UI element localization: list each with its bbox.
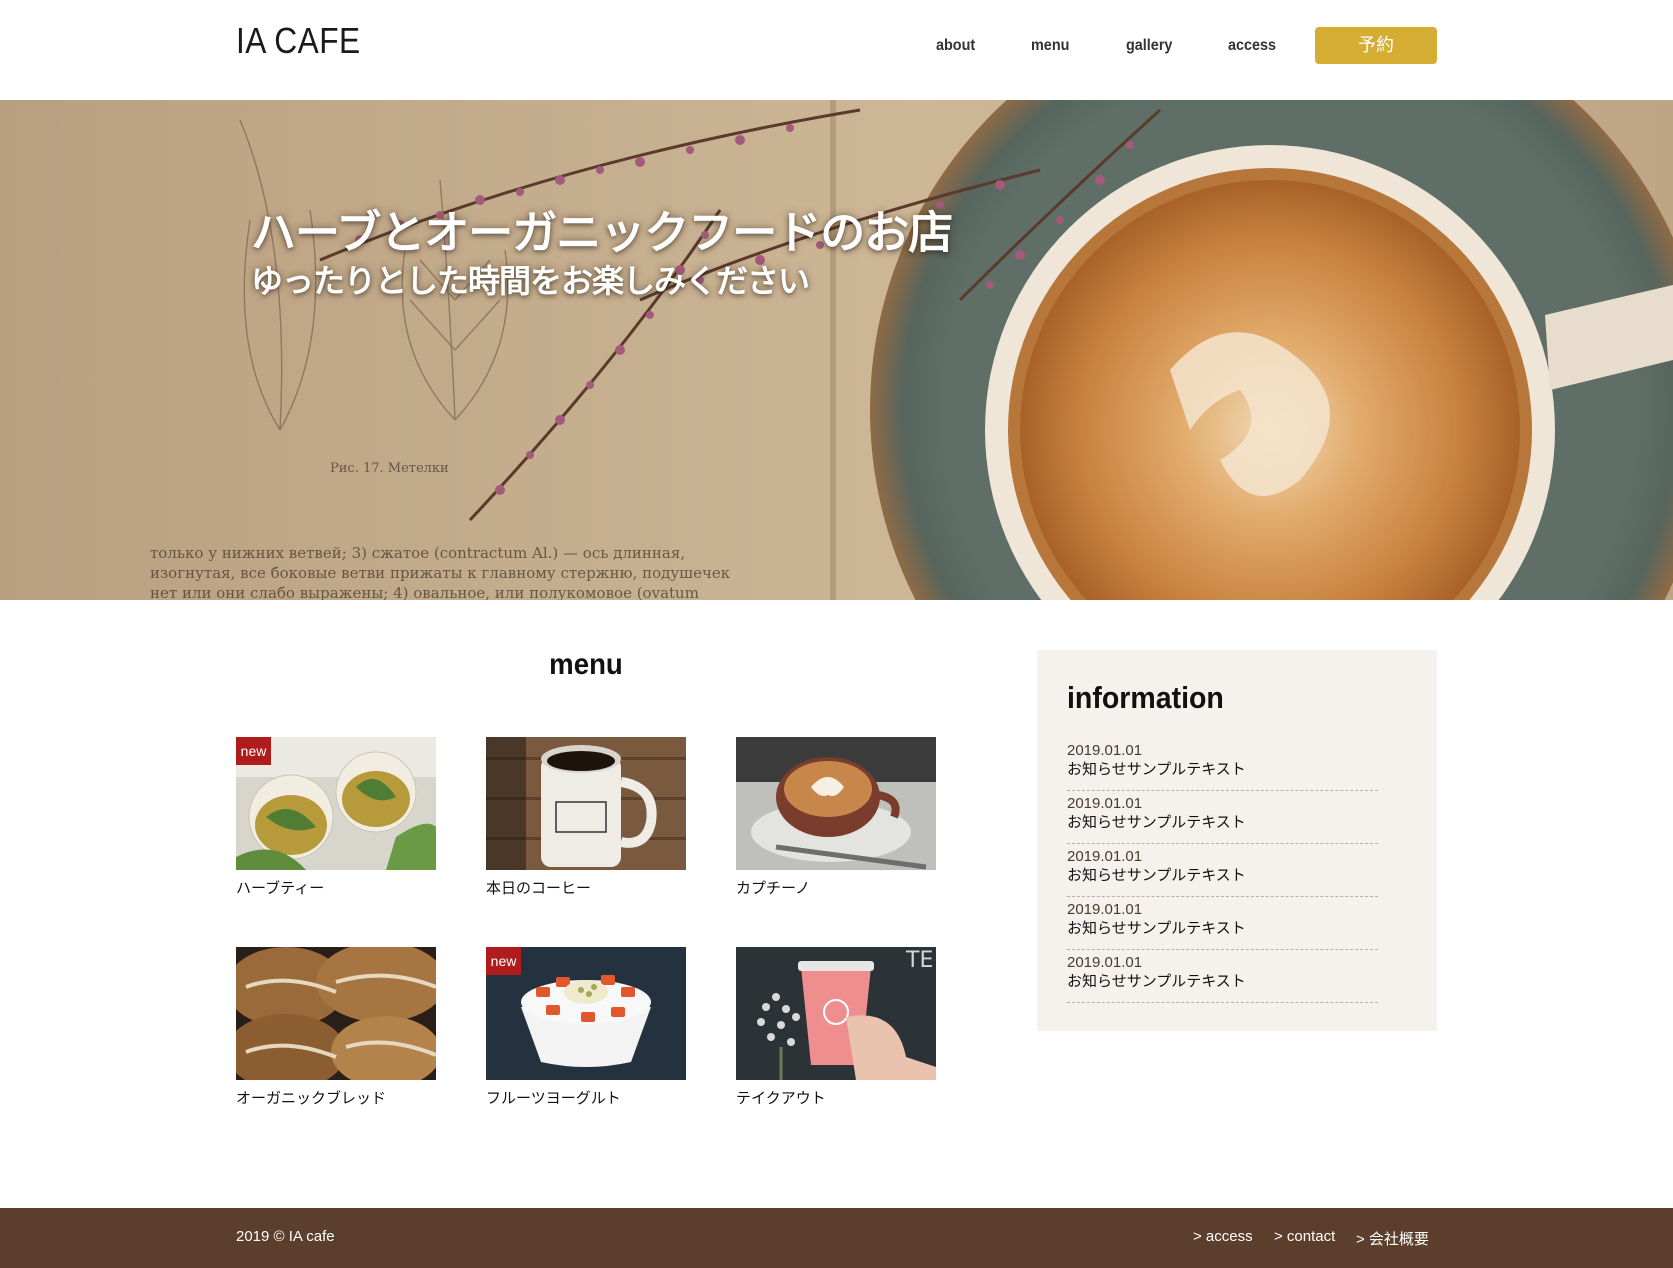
information-item[interactable]: 2019.01.01 お知らせサンプルテキスト bbox=[1067, 791, 1378, 844]
nav-menu[interactable]: menu bbox=[1031, 37, 1069, 55]
copyright: 2019 © IA cafe bbox=[236, 1228, 335, 1245]
nav-gallery[interactable]: gallery bbox=[1126, 37, 1172, 55]
menu-item-label: カプチーノ bbox=[736, 880, 811, 897]
information-text: お知らせサンプルテキスト bbox=[1067, 920, 1246, 937]
information-date: 2019.01.01 bbox=[1067, 742, 1143, 759]
nav-access[interactable]: access bbox=[1228, 37, 1276, 55]
menu-item-label: テイクアウト bbox=[736, 1090, 826, 1107]
nav-about[interactable]: about bbox=[936, 37, 975, 55]
cappuccino-image bbox=[736, 737, 936, 870]
information-item[interactable]: 2019.01.01 お知らせサンプルテキスト bbox=[1067, 844, 1378, 897]
site-footer: 2019 © IA cafe > access > contact > 会社概要 bbox=[0, 1208, 1673, 1268]
site-logo[interactable]: IA CAFE bbox=[236, 20, 361, 62]
information-item[interactable]: 2019.01.01 お知らせサンプルテキスト bbox=[1067, 950, 1378, 1003]
new-badge: new bbox=[486, 947, 521, 975]
book-text-caption: Рис. 17. Метелки bbox=[330, 461, 449, 476]
bread-image bbox=[236, 947, 436, 1080]
menu-item-herb-tea[interactable]: new ハーブティー bbox=[236, 737, 436, 898]
information-list: 2019.01.01 お知らせサンプルテキスト 2019.01.01 お知らせサ… bbox=[1067, 738, 1378, 1003]
site-header: IA CAFE about menu gallery access 予約 bbox=[0, 0, 1673, 100]
book-text-line-1: только у нижних ветвей; 3) сжатое (contr… bbox=[150, 544, 685, 562]
reserve-button[interactable]: 予約 bbox=[1315, 27, 1437, 64]
information-date: 2019.01.01 bbox=[1067, 901, 1143, 918]
menu-item-cappuccino[interactable]: カプチーノ bbox=[736, 737, 936, 898]
menu-item-coffee[interactable]: 本日のコーヒー bbox=[486, 737, 686, 898]
information-date: 2019.01.01 bbox=[1067, 954, 1143, 971]
herb-tea-image: new bbox=[236, 737, 436, 870]
information-panel: information 2019.01.01 お知らせサンプルテキスト 2019… bbox=[1037, 650, 1437, 1031]
new-badge: new bbox=[236, 737, 271, 765]
menu-item-takeout[interactable]: TE テイクアウト bbox=[736, 947, 936, 1108]
information-text: お知らせサンプルテキスト bbox=[1067, 814, 1246, 831]
fruit-yogurt-image: new bbox=[486, 947, 686, 1080]
menu-item-label: 本日のコーヒー bbox=[486, 880, 592, 897]
menu-item-fruit-yogurt[interactable]: new フルーツヨーグルト bbox=[486, 947, 686, 1108]
takeout-image: TE bbox=[736, 947, 936, 1080]
menu-item-label: フルーツヨーグルト bbox=[486, 1090, 621, 1107]
information-text: お知らせサンプルテキスト bbox=[1067, 867, 1246, 884]
information-text: お知らせサンプルテキスト bbox=[1067, 973, 1246, 990]
footer-link-access[interactable]: > access bbox=[1193, 1228, 1253, 1245]
menu-item-label: オーガニックブレッド bbox=[236, 1090, 387, 1107]
book-text-line-3: нет или они слабо выражены; 4) овальное,… bbox=[150, 584, 699, 600]
information-item[interactable]: 2019.01.01 お知らせサンプルテキスト bbox=[1067, 897, 1378, 950]
svg-text:TE: TE bbox=[905, 948, 933, 973]
menu-item-bread[interactable]: オーガニックブレッド bbox=[236, 947, 436, 1108]
hero-image: Рис. 17. Метелки только у нижних ветвей;… bbox=[0, 100, 1673, 600]
book-text-line-2: изогнутая, все боковые ветви прижаты к г… bbox=[150, 564, 731, 582]
footer-link-contact[interactable]: > contact bbox=[1274, 1228, 1335, 1245]
information-title: information bbox=[1067, 680, 1224, 715]
information-date: 2019.01.01 bbox=[1067, 848, 1143, 865]
information-text: お知らせサンプルテキスト bbox=[1067, 761, 1246, 778]
footer-link-company[interactable]: > 会社概要 bbox=[1356, 1228, 1429, 1249]
hero-banner: Рис. 17. Метелки только у нижних ветвей;… bbox=[0, 100, 1673, 600]
menu-item-label: ハーブティー bbox=[236, 880, 325, 897]
coffee-image bbox=[486, 737, 686, 870]
hero-title: ハーブとオーガニックフードのお店 bbox=[251, 207, 953, 258]
information-date: 2019.01.01 bbox=[1067, 795, 1143, 812]
hero-subtitle: ゆったりとした時間をお楽しみください bbox=[251, 263, 810, 299]
menu-title: menu bbox=[549, 648, 623, 681]
information-item[interactable]: 2019.01.01 お知らせサンプルテキスト bbox=[1067, 738, 1378, 791]
